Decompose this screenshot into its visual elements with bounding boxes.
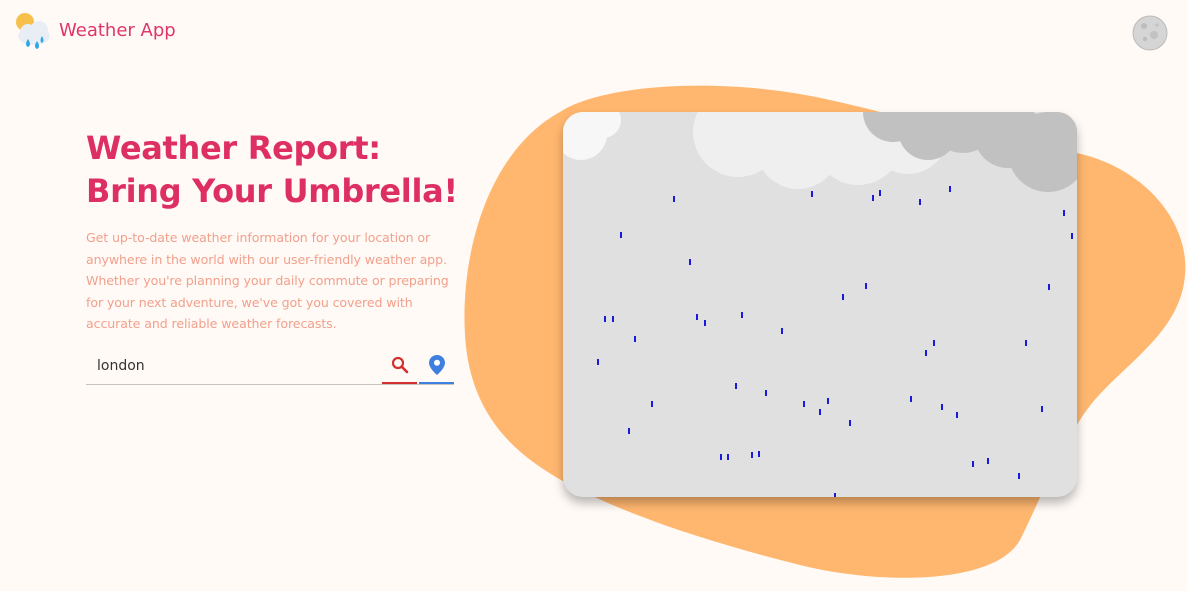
cloud-rain-sun-icon	[16, 13, 50, 49]
rain-scene	[563, 112, 1077, 497]
location-pin-icon	[428, 355, 445, 375]
search-icon	[391, 356, 408, 374]
search-bar	[86, 348, 454, 385]
raindrops	[597, 186, 1073, 497]
app-title: Weather App	[59, 20, 176, 41]
current-location-button[interactable]	[419, 348, 454, 384]
page-title: Weather Report: Bring Your Umbrella!	[86, 129, 458, 210]
moon-icon[interactable]	[1132, 15, 1168, 51]
white-cloud-left	[563, 112, 621, 160]
hero-description: Get up-to-date weather information for y…	[86, 230, 449, 332]
search-button[interactable]	[382, 348, 417, 384]
page: Weather App Weather Report: Bring Your U…	[0, 0, 1187, 591]
city-search-input[interactable]	[86, 348, 376, 383]
weather-illustration-card	[563, 112, 1077, 497]
